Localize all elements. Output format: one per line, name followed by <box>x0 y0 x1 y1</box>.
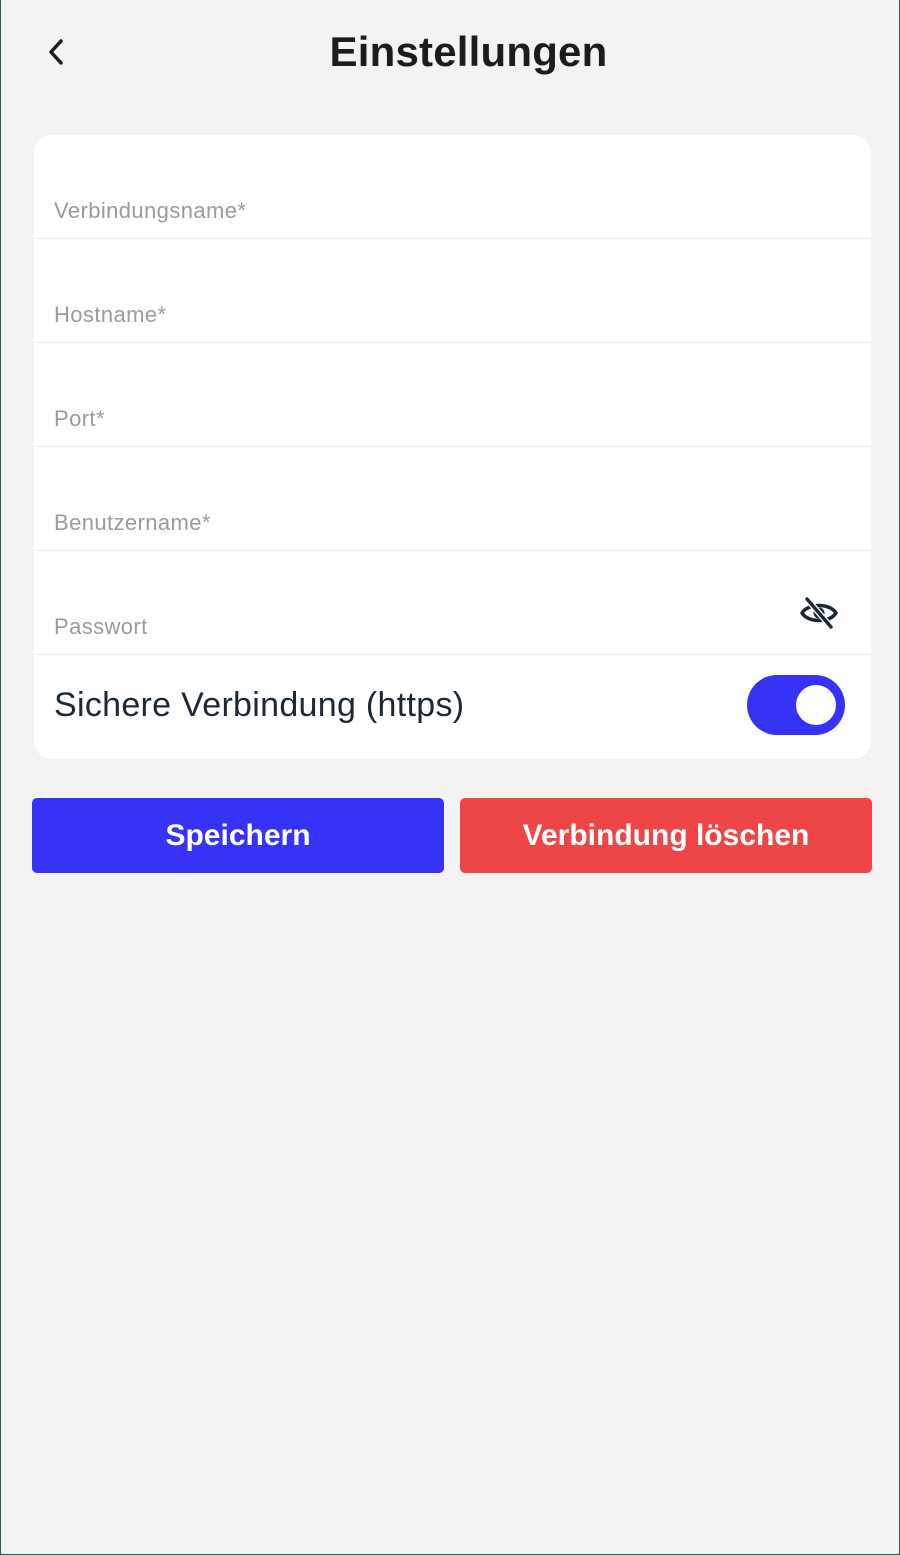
port-field <box>34 343 871 447</box>
delete-connection-button[interactable]: Verbindung löschen <box>460 798 872 873</box>
password-input[interactable] <box>34 551 871 654</box>
connection-name-field <box>34 135 871 239</box>
port-input[interactable] <box>34 343 871 446</box>
toggle-password-visibility-button[interactable] <box>799 595 839 631</box>
settings-form-card: Sichere Verbindung (https) <box>34 135 871 759</box>
hostname-input[interactable] <box>34 239 871 342</box>
connection-name-input[interactable] <box>34 135 871 238</box>
https-toggle-row: Sichere Verbindung (https) <box>34 655 871 755</box>
username-field <box>34 447 871 551</box>
eye-off-icon <box>800 596 838 630</box>
save-button[interactable]: Speichern <box>32 798 444 873</box>
password-field <box>34 551 871 655</box>
hostname-field <box>34 239 871 343</box>
https-toggle-switch[interactable] <box>747 675 845 735</box>
page-title: Einstellungen <box>329 28 608 75</box>
toggle-knob <box>796 685 836 725</box>
username-input[interactable] <box>34 447 871 550</box>
https-toggle-label: Sichere Verbindung (https) <box>54 685 465 724</box>
header: Einstellungen <box>1 0 900 110</box>
